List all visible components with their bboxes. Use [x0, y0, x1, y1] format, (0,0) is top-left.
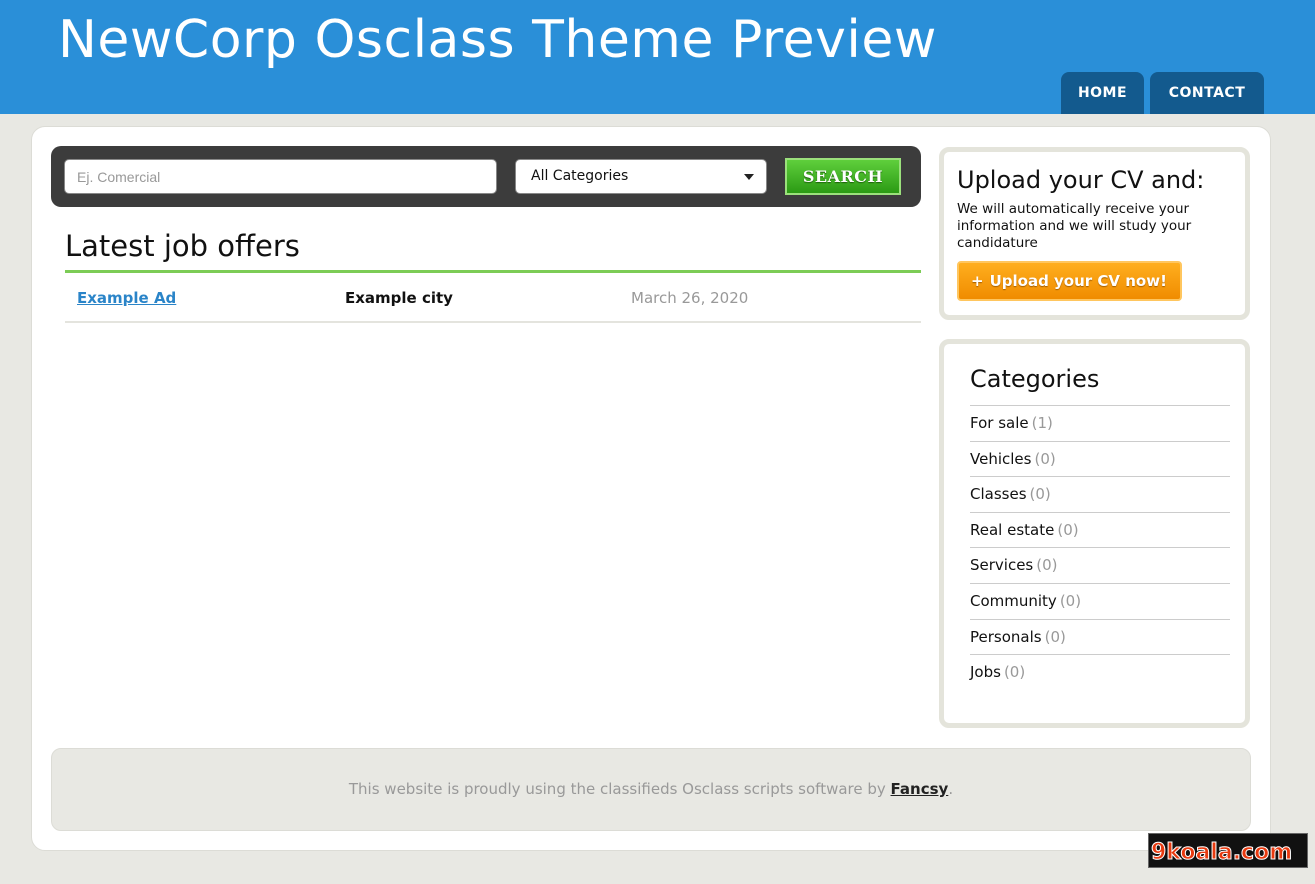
category-select-value: All Categories	[531, 168, 629, 184]
upload-cv-button[interactable]: + Upload your CV now!	[957, 261, 1182, 301]
footer-text: This website is proudly using the classi…	[348, 780, 891, 798]
category-name: For sale	[970, 414, 1029, 432]
category-name: Personals	[970, 627, 1042, 646]
category-item-community[interactable]: Community (0)	[970, 582, 1230, 619]
category-name: Community	[970, 591, 1057, 610]
category-count: (0)	[1059, 591, 1082, 610]
category-item-classes[interactable]: Classes (0)	[970, 476, 1230, 512]
category-item-personals[interactable]: Personals (0)	[970, 618, 1230, 655]
category-select[interactable]: All Categories	[515, 159, 767, 194]
category-name: Real estate	[970, 520, 1055, 539]
category-count: (0)	[1057, 520, 1079, 539]
categories-title: Categories	[970, 365, 1100, 393]
footer-text-end: .	[948, 780, 954, 798]
category-count: (0)	[1003, 663, 1026, 682]
upload-cv-button-label: Upload your CV now!	[989, 272, 1167, 290]
site-header: NewCorp Osclass Theme Preview HOME CONTA…	[0, 0, 1315, 114]
category-item-services[interactable]: Services (0)	[970, 547, 1230, 583]
watermark-text: 9koala.com	[1151, 840, 1292, 865]
search-button[interactable]: SEARCH	[785, 158, 901, 195]
nav-home[interactable]: HOME	[1061, 72, 1144, 114]
category-name: Jobs	[970, 663, 1001, 682]
chevron-down-icon	[744, 174, 754, 180]
category-name: Services	[970, 556, 1034, 575]
search-bar: All Categories SEARCH	[51, 146, 921, 207]
categories-list: For sale (1) Vehicles (0) Classes (0) Real …	[970, 405, 1230, 690]
plus-icon: +	[971, 272, 984, 290]
upload-cv-box: Upload your CV and: We will automaticall…	[939, 147, 1250, 320]
content-container: All Categories SEARCH Latest job offers …	[31, 126, 1271, 851]
category-count: (0)	[1036, 556, 1058, 575]
upload-cv-text: We will automatically receive your infor…	[957, 201, 1192, 251]
category-item-for-sale[interactable]: For sale (1)	[970, 405, 1230, 441]
nav-contact[interactable]: CONTACT	[1150, 72, 1264, 114]
latest-offers-title: Latest job offers	[65, 229, 300, 263]
category-count: (0)	[1034, 449, 1056, 468]
upload-cv-title: Upload your CV and:	[957, 166, 1205, 194]
category-item-jobs[interactable]: Jobs (0)	[970, 654, 1230, 690]
categories-box: Categories For sale (1) Vehicles (0) Class…	[939, 339, 1250, 728]
offer-title-link[interactable]: Example Ad	[77, 289, 176, 307]
category-item-vehicles[interactable]: Vehicles (0)	[970, 440, 1230, 477]
site-footer: This website is proudly using the classi…	[51, 748, 1251, 831]
offer-city: Example city	[345, 289, 453, 307]
category-count: (0)	[1029, 485, 1051, 504]
category-count: (0)	[1044, 627, 1066, 646]
category-count: (1)	[1031, 414, 1053, 432]
watermark-logo: 9koala.com	[1148, 833, 1308, 868]
search-input[interactable]	[64, 159, 497, 194]
table-row: Example Ad Example city March 26, 2020	[65, 273, 921, 323]
site-title[interactable]: NewCorp Osclass Theme Preview	[58, 10, 937, 70]
category-item-real-estate[interactable]: Real estate (0)	[970, 511, 1230, 548]
category-name: Vehicles	[970, 449, 1032, 468]
category-name: Classes	[970, 485, 1027, 504]
main-nav: HOME CONTACT	[1061, 72, 1264, 114]
offer-date: March 26, 2020	[631, 289, 749, 307]
footer-link[interactable]: Fancsy	[891, 780, 949, 798]
